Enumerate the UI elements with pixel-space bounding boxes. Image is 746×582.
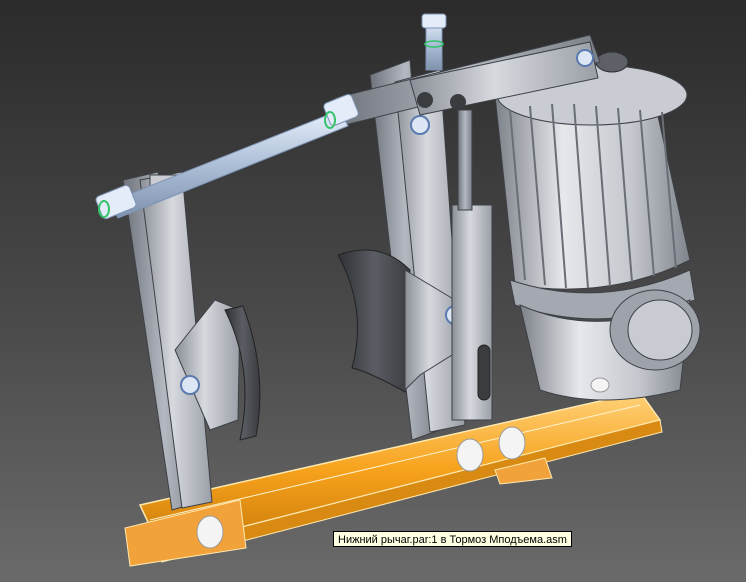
tie-rod[interactable] <box>95 93 360 220</box>
adjustment-stud[interactable] <box>421 13 447 71</box>
part-tooltip: Нижний рычаг.par:1 в Тормоз Мподъема.asm <box>333 531 572 547</box>
3d-viewport[interactable]: Нижний рычаг.par:1 в Тормоз Мподъема.asm <box>0 0 746 582</box>
hydraulic-cylinder[interactable] <box>451 109 493 421</box>
right-brake-arm[interactable] <box>369 59 466 441</box>
electric-motor[interactable] <box>494 51 701 401</box>
assembly-model[interactable] <box>0 0 746 582</box>
